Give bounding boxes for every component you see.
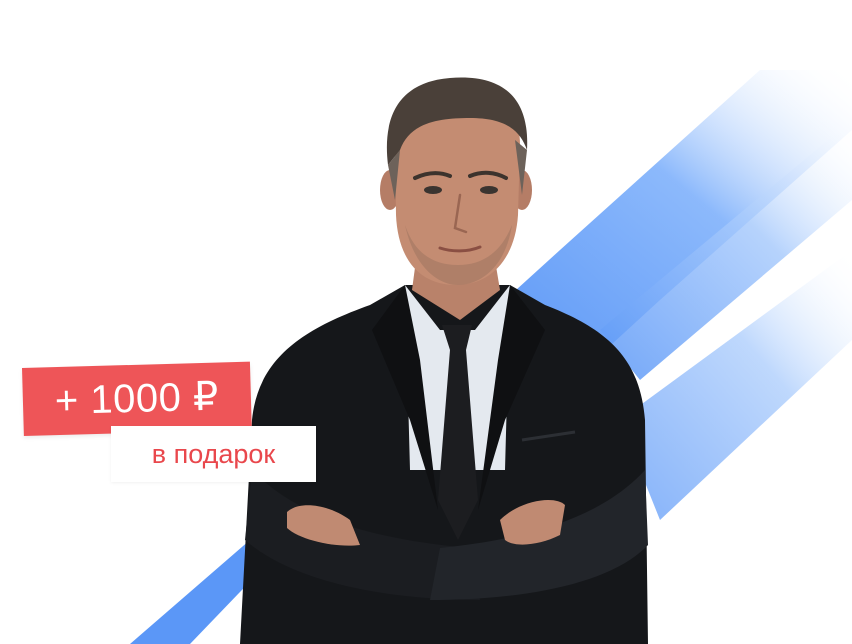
eye-left [424, 186, 442, 194]
promo-banner: + 1000 ₽ в подарок [0, 0, 852, 644]
gift-label-text: в подарок [151, 438, 276, 469]
bonus-amount-badge: + 1000 ₽ [22, 361, 252, 436]
gift-label-badge: в подарок [111, 426, 316, 482]
person-illustration [240, 77, 648, 644]
eye-right [480, 186, 498, 194]
bonus-amount-text: + 1000 ₽ [54, 374, 220, 424]
